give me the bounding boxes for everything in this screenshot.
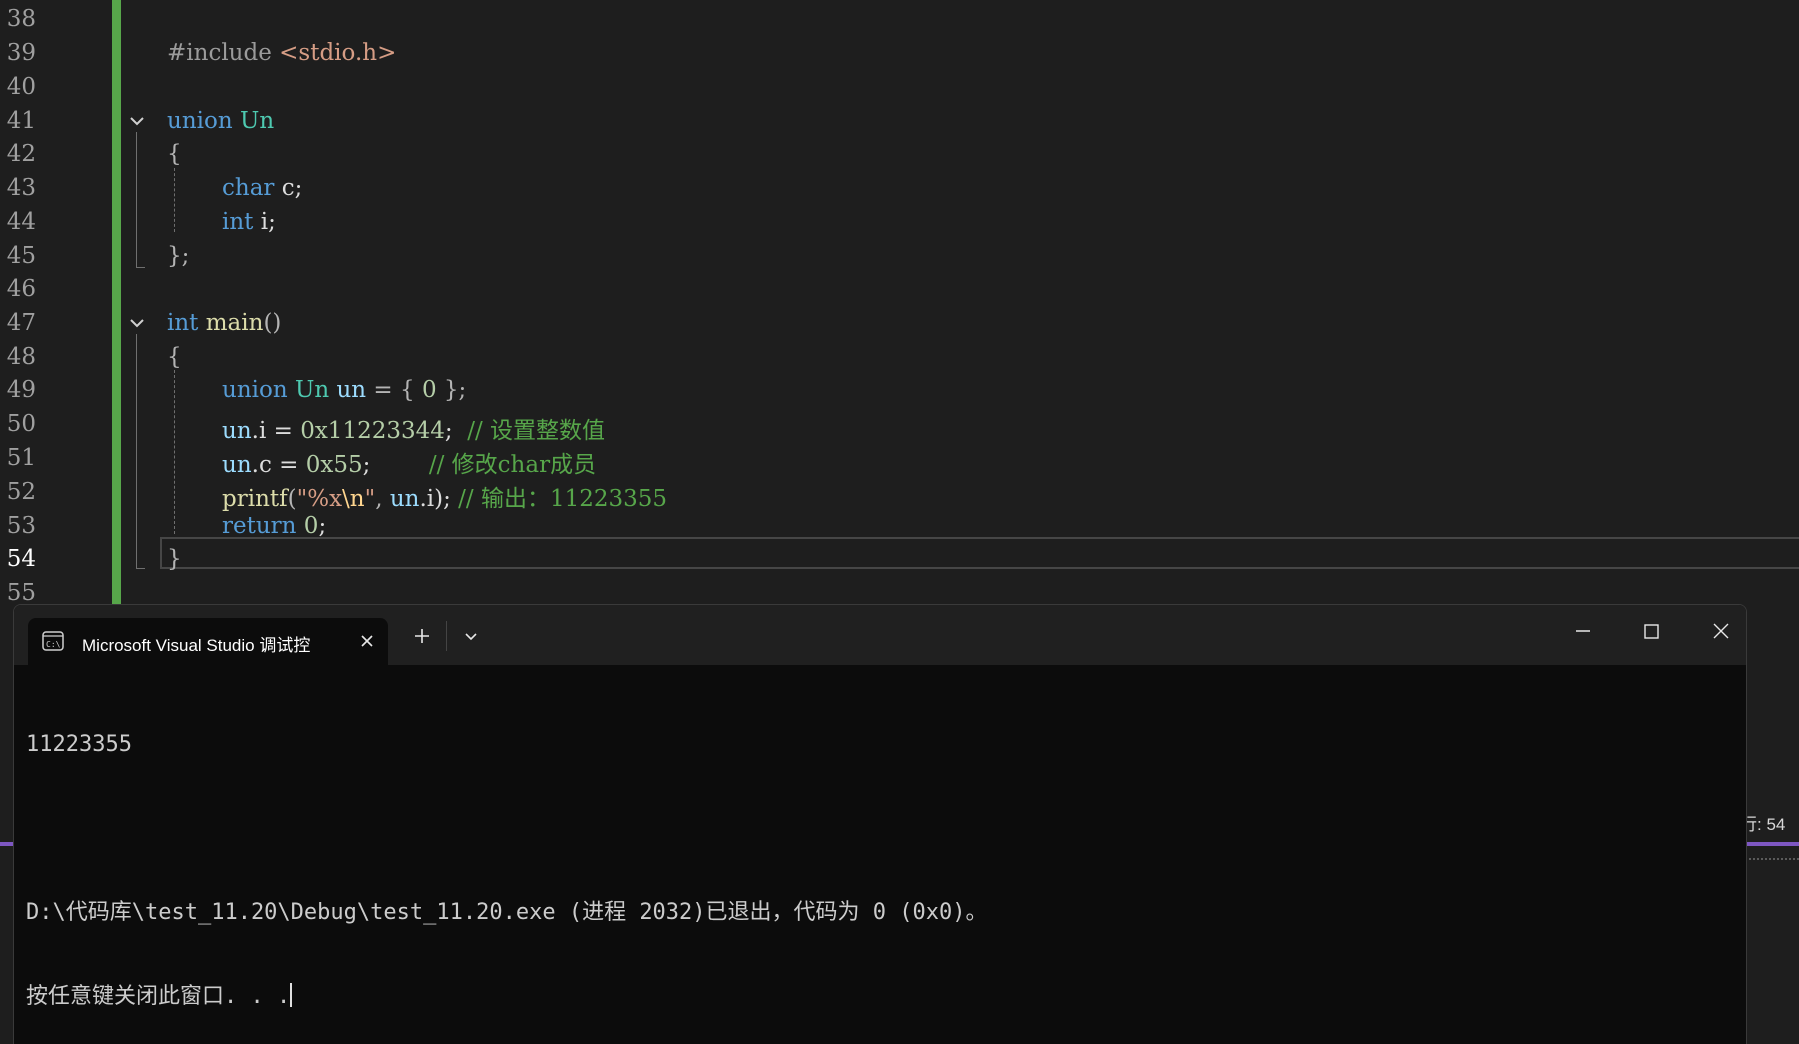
terminal-icon: C:\	[42, 631, 64, 651]
tab-debug-console[interactable]: C:\ Microsoft Visual Studio 调试控	[28, 618, 388, 665]
code-rest	[296, 513, 303, 539]
code-text: printf("%x\n", un.i); // 输出：11223355	[222, 479, 667, 513]
line-number: 46	[6, 276, 36, 302]
minimize-icon[interactable]	[1566, 619, 1600, 653]
type-name: Un	[294, 377, 330, 403]
code-line[interactable]: 51 un.c = 0x55; // 修改char成员	[0, 441, 1799, 478]
press-key-line: 按任意键关闭此窗口. . .	[26, 983, 988, 1011]
maximize-icon[interactable]	[1635, 619, 1669, 653]
code-text: {	[167, 344, 182, 370]
number-literal: 0	[303, 513, 319, 539]
line-number: 48	[6, 344, 36, 370]
svg-text:C:\: C:\	[46, 640, 61, 649]
line-number: 43	[6, 175, 36, 201]
number-literal: 0	[421, 377, 437, 403]
code-line[interactable]: 39 #include <stdio.h>	[0, 36, 1799, 70]
code-rest: i;	[253, 209, 276, 235]
code-rest: = {	[366, 377, 422, 403]
line-number: 54	[6, 546, 36, 572]
code-line[interactable]: 45 };	[0, 239, 1799, 273]
code-text: char c;	[222, 175, 302, 201]
code-line[interactable]: 47 int main()	[0, 306, 1799, 340]
code-rest: ()	[263, 310, 282, 336]
close-icon[interactable]	[358, 632, 376, 650]
code-text: union Un un = { 0 };	[222, 377, 466, 403]
divider	[446, 621, 447, 651]
preprocessor-directive: #include	[167, 40, 280, 66]
line-number: 51	[6, 445, 36, 471]
code-line[interactable]: 53 return 0;	[0, 509, 1799, 543]
code-text: int i;	[222, 209, 276, 235]
code-rest: };	[436, 377, 467, 403]
function-name: main	[205, 310, 264, 336]
line-number: 53	[6, 513, 36, 539]
line-number: 44	[6, 209, 36, 235]
code-text: }	[167, 546, 182, 572]
code-line[interactable]: 50 un.i = 0x11223344; // 设置整数值	[0, 407, 1799, 444]
title-bar[interactable]: C:\ Microsoft Visual Studio 调试控	[14, 605, 1746, 665]
line-number: 50	[6, 411, 36, 437]
code-line[interactable]: 41 union Un	[0, 104, 1799, 138]
line-number: 42	[6, 141, 36, 167]
code-line[interactable]: 42 {	[0, 137, 1799, 171]
type-name: Un	[239, 108, 275, 134]
chevron-down-icon[interactable]	[128, 112, 146, 130]
line-number: 55	[6, 580, 36, 606]
line-number: 47	[6, 310, 36, 336]
code-text: return 0;	[222, 513, 326, 539]
code-text: {	[167, 141, 182, 167]
line-number: 38	[6, 6, 36, 32]
code-rest: c;	[274, 175, 303, 201]
code-line[interactable]: 52 printf("%x\n", un.i); // 输出：11223355	[0, 475, 1799, 512]
plus-icon[interactable]	[405, 619, 439, 653]
include-path: <stdio.h>	[279, 40, 397, 66]
keyword: union	[222, 377, 288, 403]
line-number: 52	[6, 479, 36, 505]
text-cursor	[290, 983, 293, 1007]
code-text: union Un	[167, 108, 274, 134]
panel-splitter[interactable]	[1740, 858, 1799, 860]
debug-console-window[interactable]: C:\ Microsoft Visual Studio 调试控 11223355…	[13, 604, 1747, 1044]
code-text: un.c = 0x55; // 修改char成员	[222, 445, 596, 479]
keyword: int	[167, 310, 199, 336]
line-number: 40	[6, 74, 36, 100]
code-line[interactable]: 49 union Un un = { 0 };	[0, 373, 1799, 407]
tab-title: Microsoft Visual Studio 调试控	[82, 636, 311, 655]
code-text: #include <stdio.h>	[167, 40, 396, 66]
line-number: 39	[6, 40, 36, 66]
line-number: 45	[6, 243, 36, 269]
variable: un	[336, 377, 367, 403]
code-line[interactable]: 46	[0, 272, 1799, 306]
console-output[interactable]: 11223355 D:\代码库\test_11.20\Debug\test_11…	[26, 675, 988, 1044]
chevron-down-icon[interactable]	[454, 619, 488, 653]
output-line: 11223355	[26, 732, 132, 757]
code-text: int main()	[167, 310, 281, 336]
keyword: return	[222, 513, 297, 539]
code-text: un.i = 0x11223344; // 设置整数值	[222, 411, 605, 445]
keyword: union	[167, 108, 233, 134]
code-line[interactable]: 38	[0, 2, 1799, 36]
close-icon[interactable]	[1704, 619, 1738, 653]
code-line[interactable]: 54 }	[0, 542, 1799, 576]
chevron-down-icon[interactable]	[128, 314, 146, 332]
exit-message: D:\代码库\test_11.20\Debug\test_11.20.exe (…	[26, 900, 988, 925]
screen: 38 39 #include <stdio.h> 40 41 union Un …	[0, 0, 1799, 1044]
code-line[interactable]: 43 char c;	[0, 171, 1799, 205]
keyword: char	[222, 175, 275, 201]
code-text: };	[167, 243, 190, 269]
code-line[interactable]: 44 int i;	[0, 205, 1799, 239]
accent-bar	[1740, 842, 1799, 846]
code-line[interactable]: 48 {	[0, 340, 1799, 374]
code-rest: ;	[318, 513, 327, 539]
line-number: 41	[6, 108, 36, 134]
code-line[interactable]: 40	[0, 70, 1799, 104]
press-key-message: 按任意键关闭此窗口. . .	[26, 984, 291, 1009]
keyword: int	[222, 209, 254, 235]
line-number: 49	[6, 377, 36, 403]
